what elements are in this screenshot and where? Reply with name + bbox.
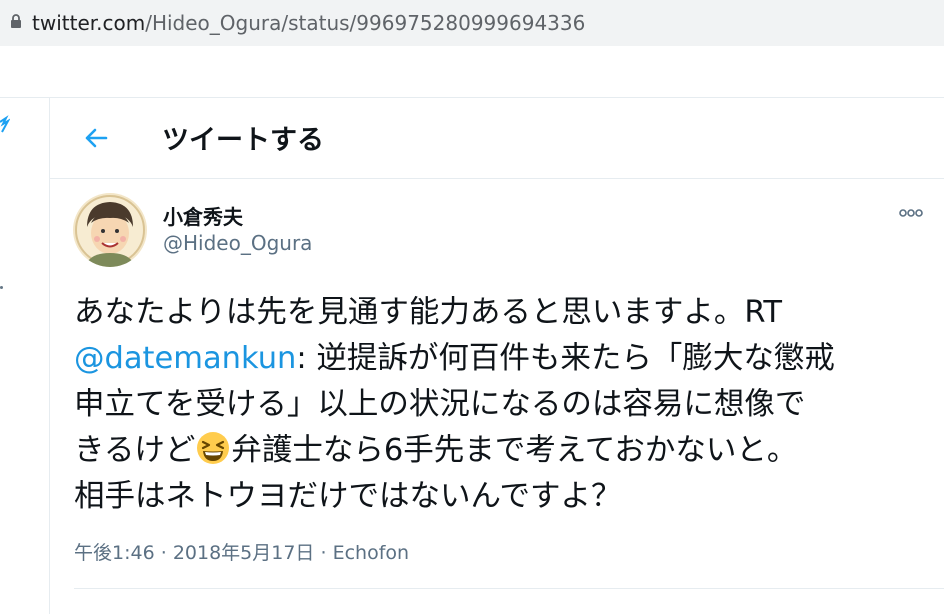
meta-separator: · (320, 542, 327, 564)
url-path: /Hideo_Ogura/status/996975280999694336 (145, 11, 586, 35)
tweet-line-text: きるけど (74, 433, 196, 468)
tweet-line-text: : 逆提訴が何百件も来たら「膨大な懲戒 (296, 341, 835, 376)
sidebar-divider (49, 98, 50, 614)
lock-icon (11, 14, 21, 28)
url-text[interactable]: twitter.com/Hideo_Ogura/status/996975280… (32, 11, 585, 35)
browser-url-bar[interactable]: twitter.com/Hideo_Ogura/status/996975280… (0, 0, 944, 46)
tweet-date-link[interactable]: 2018年5月17日 (173, 542, 315, 564)
tweet-line-text: 弁護士なら6手先まで考えておかないと。 (231, 433, 798, 468)
tweet-line: あなたよりは先を見通す能力あると思いますよ。RT (74, 295, 782, 330)
meta-separator: · (160, 542, 167, 564)
tweet-line: @datemankun: 逆提訴が何百件も来たら「膨大な懲戒 (74, 336, 944, 382)
twitter-bird-icon[interactable] (0, 112, 10, 134)
tweet-line: 申立てを受ける」以上の状況になるのは容易に想像で (74, 387, 806, 422)
tweet-time-link[interactable]: 午後1:46 (74, 542, 155, 564)
page-title: ツイートする (162, 125, 324, 156)
author-display-name[interactable]: 小倉秀夫 (163, 201, 243, 230)
tweet-metadata: 午後1:46 · 2018年5月17日 · Echofon (74, 538, 409, 565)
mention-link[interactable]: @datemankun (74, 341, 296, 376)
grinning-squinting-face-emoji-icon (197, 432, 230, 464)
tweet-line: 相手はネトウヨだけではないんですよ？ (74, 479, 622, 514)
avatar[interactable] (73, 193, 147, 267)
sidebar-dot (0, 286, 3, 289)
author-handle[interactable]: @Hideo_Ogura (163, 231, 312, 255)
back-arrow-icon[interactable] (80, 122, 112, 154)
tweet-line: きるけど 弁護士なら6手先まで考えておかないと。 (74, 428, 944, 474)
page-divider (0, 97, 944, 98)
header-divider (50, 178, 944, 179)
avatar-portrait-icon (73, 193, 147, 267)
more-options-icon[interactable] (896, 202, 926, 224)
tweet-text: あなたよりは先を見通す能力あると思いますよ。RT @datemankun: 逆提… (74, 290, 944, 520)
tweet-divider (74, 588, 944, 589)
url-domain: twitter.com (32, 11, 146, 35)
tweet-source-link[interactable]: Echofon (333, 542, 409, 564)
